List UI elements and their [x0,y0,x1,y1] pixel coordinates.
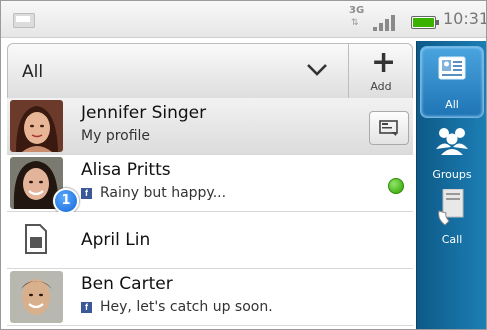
facebook-icon: f [81,187,92,199]
tab-groups[interactable]: Groups [417,121,486,191]
tab-bar: All Groups Call [416,41,486,329]
notification-badge: 1 [53,188,79,214]
online-status-icon [388,178,404,194]
sim-card-icon [25,224,47,254]
plus-icon: + [371,45,397,80]
contact-subtitle: My profile [81,128,151,144]
add-contact-button[interactable]: + Add [348,44,413,98]
chevron-down-icon[interactable] [306,62,328,78]
contact-card-icon [438,56,466,80]
tab-label: Groups [432,168,472,181]
clock: 10:31 [443,9,487,28]
profile-card-button[interactable] [369,111,409,145]
notification-icon [13,13,35,28]
call-history-icon [438,189,464,226]
status-bar: 3G ⇅ 10:31 [1,1,486,38]
tab-call[interactable]: Call [417,186,486,256]
tab-label: All [445,98,459,111]
battery-icon [411,16,439,29]
network-type: 3G [349,5,365,16]
filter-dropdown[interactable]: All [22,62,43,82]
contact-status: f Rainy but happy... [81,185,226,201]
contact-name: Jennifer Singer [81,103,207,123]
contact-name: Alisa Pritts [81,160,171,180]
contact-status: f Hey, let's catch up soon. [81,299,273,315]
list-item[interactable]: Ben Carter f Hey, let's catch up soon. [7,269,413,326]
filter-bar: All + Add [7,43,413,99]
avatar [10,100,63,152]
people-list-panel: All + Add Jennifer Singer My profile 1 A… [7,43,413,329]
add-label: Add [370,80,392,93]
avatar [10,271,63,323]
list-item[interactable]: April Lin [7,212,413,269]
facebook-icon: f [81,301,92,313]
phone-screen: 3G ⇅ 10:31 All + Add Jennifer Singer My … [0,0,487,330]
signal-icon [373,13,403,31]
contact-name: April Lin [81,230,151,250]
list-item[interactable]: Jennifer Singer My profile [7,98,413,155]
tab-all[interactable]: All [420,46,484,118]
contact-name: Ben Carter [81,274,173,294]
card-icon [379,120,398,136]
tab-label: Call [441,233,463,246]
groups-icon [436,128,468,155]
list-item[interactable]: 1 Alisa Pritts f Rainy but happy... [7,155,413,214]
data-activity-icon: ⇅ [351,18,358,28]
